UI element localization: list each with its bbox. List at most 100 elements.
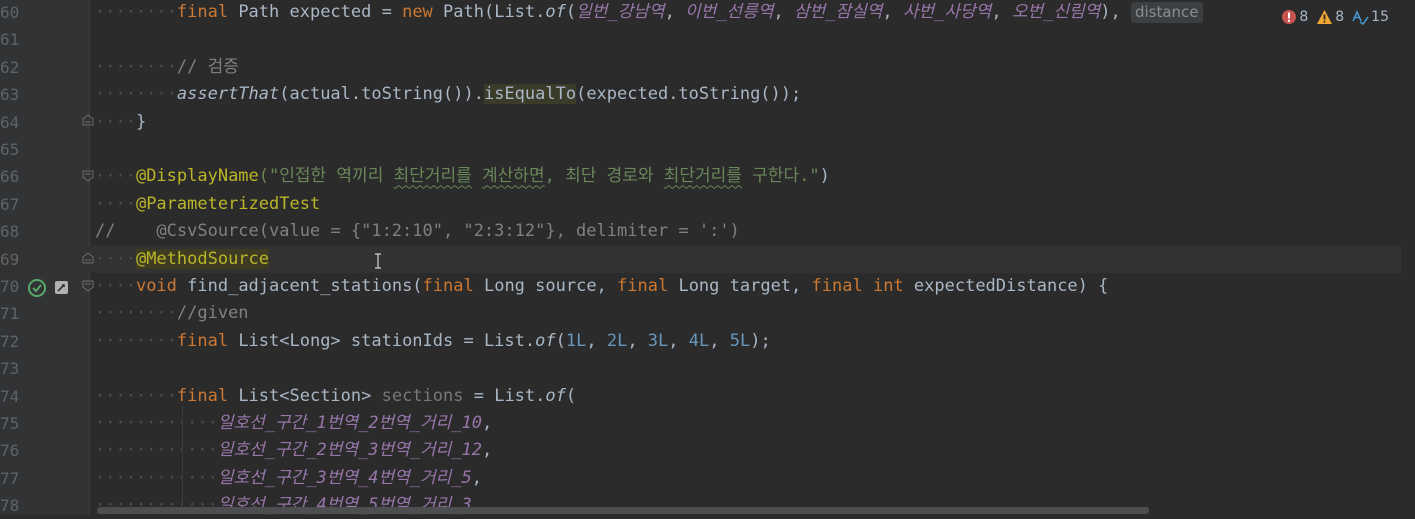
code-token: 인접한 역끼리 [279,166,394,187]
line-number[interactable]: 71 [0,300,19,327]
line-number[interactable]: 75 [0,410,19,437]
code-line[interactable]: 60 ········final Path expected = new Path… [0,0,1415,26]
code-token: , [991,2,1012,22]
code-token: ( [565,385,577,406]
whitespace-dots: ············ [95,413,218,433]
code-line[interactable]: 64 ····} [0,109,1415,136]
code-line[interactable]: 72 ········final List<Long> stationIds = … [0,328,1415,355]
code-text[interactable]: ····@DisplayName("인접한 역끼리 최단거리를 계산하면, 최단… [95,163,830,190]
code-line[interactable]: 63 ········assertThat(actual.toString()).… [0,81,1415,108]
code-line[interactable]: 75 ············일호선_구간_1번역_2번역_거리_10, [0,410,1415,437]
code-token: final [176,2,229,22]
code-token: 계산하면 [482,166,545,187]
code-line[interactable]: 73 [0,355,1415,382]
code-token: // 검증 [176,56,239,77]
code-text[interactable]: ············일호선_구간_3번역_4번역_거리_5, [95,465,482,492]
code-token: Path(List. [432,2,546,22]
code-token: @ParameterizedTest [135,193,321,214]
implement-icon[interactable] [54,280,69,295]
code-line[interactable]: 62 ········// 검증 [0,54,1415,81]
code-line[interactable]: 68 // @CsvSource(value = {"1:2:10", "2:3:… [0,218,1415,245]
fold-start-icon[interactable] [81,279,95,293]
errors-count: 8 [1299,9,1309,25]
code-token: void [135,276,177,296]
code-line[interactable]: 77 ············일호선_구간_3번역_4번역_거리_5, [0,465,1415,492]
warnings-indicator[interactable]: 8 [1316,9,1344,25]
line-number[interactable]: 61 [0,26,19,53]
code-token: find_adjacent_stations( [176,276,423,296]
warnings-count: 8 [1335,9,1345,25]
code-text[interactable]: ············일호선_구간_1번역_2번역_거리_10, [95,410,492,437]
code-token: List<Section> [228,385,382,406]
indent-guide [182,406,183,506]
code-text[interactable]: ········final List<Section> sections = L… [95,383,576,410]
line-number[interactable]: 73 [0,355,19,382]
errors-indicator[interactable]: 8 [1281,9,1308,25]
code-token: List<Long> stationIds = List. [228,330,536,351]
code-line[interactable]: 74 ········final List<Section> sections =… [0,383,1415,410]
code-token: , [668,330,689,351]
vertical-scrollbar[interactable] [1401,0,1415,515]
run-test-passed-icon[interactable] [27,278,47,298]
code-line[interactable]: 69 ····@MethodSource [0,245,1415,273]
line-number[interactable]: 67 [0,191,19,218]
code-text[interactable]: ········//given [95,300,249,327]
code-line[interactable]: 65 [0,136,1415,163]
code-line[interactable]: 61 [0,26,1415,53]
line-number[interactable]: 60 [0,0,19,26]
code-text[interactable]: ····} [95,109,146,136]
code-line[interactable]: 70 ····void find_adjacent_stations(final … [0,273,1415,300]
code-token: (actual.toString()). [279,84,484,105]
code-token: final [176,330,229,351]
code-text[interactable]: ············일호선_구간_2번역_3번역_거리_12, [95,437,492,464]
line-number[interactable]: 74 [0,383,19,410]
code-text[interactable]: // @CsvSource(value = {"1:2:10", "2:3:12… [95,218,740,245]
line-number[interactable]: 62 [0,54,19,81]
line-number[interactable]: 65 [0,136,19,163]
code-token: , [586,330,607,351]
code-text[interactable]: ····@MethodSource [95,246,270,273]
line-number[interactable]: 72 [0,328,19,355]
line-number[interactable]: 66 [0,163,19,190]
code-token: , [627,330,648,351]
whitespace-dots: ········ [95,330,177,351]
line-number[interactable]: 63 [0,81,19,108]
typos-indicator[interactable]: 15 [1352,9,1389,25]
code-token: 3L [647,330,669,351]
inspections-widget[interactable]: 8 8 15 [1281,6,1389,28]
line-number[interactable]: 77 [0,465,19,492]
code-token: int [872,276,904,296]
line-number[interactable]: 70 [0,273,19,300]
whitespace-dots: ········ [95,2,177,22]
code-text[interactable]: ····@ParameterizedTest [95,191,320,218]
fold-start-icon[interactable] [81,169,95,183]
code-line[interactable]: 66 ····@DisplayName("인접한 역끼리 최단거리를 계산하면, … [0,163,1415,190]
code-token: (expected.toString()); [576,84,802,105]
code-editor[interactable]: 60 ········final Path expected = new Path… [0,0,1415,515]
whitespace-dots: ···· [95,248,136,269]
code-token: @MethodSource [135,248,270,269]
code-token: final [422,276,474,296]
line-number[interactable]: 76 [0,437,19,464]
code-text[interactable]: ········final List<Long> stationIds = Li… [95,328,771,355]
horizontal-scrollbar[interactable] [97,507,1149,514]
code-token: ( [565,2,577,22]
code-line[interactable]: 71 ········//given [0,300,1415,327]
code-line[interactable]: 76 ············일호선_구간_2번역_3번역_거리_12, [0,437,1415,464]
code-token: 일호선_구간_3번역_4번역_거리_5 [217,467,472,488]
code-text[interactable]: ········final Path expected = new Path(L… [95,0,1203,26]
code-text[interactable]: ········// 검증 [95,54,239,81]
code-line[interactable]: 67 ····@ParameterizedTest [0,191,1415,218]
code-token: , [773,2,794,22]
line-number[interactable]: 68 [0,218,19,245]
fold-end-icon[interactable] [81,113,95,127]
code-text[interactable]: ····void find_adjacent_stations(final Lo… [95,273,1108,300]
fold-end-icon[interactable] [81,251,95,265]
code-text[interactable]: ········assertThat(actual.toString()).is… [95,81,801,108]
line-number[interactable]: 64 [0,109,19,136]
code-token: ( [555,330,566,351]
code-token: 오번_신림역 [1011,2,1101,22]
code-token: , 최단 경로와 [544,166,664,187]
line-number[interactable]: 69 [0,246,19,273]
